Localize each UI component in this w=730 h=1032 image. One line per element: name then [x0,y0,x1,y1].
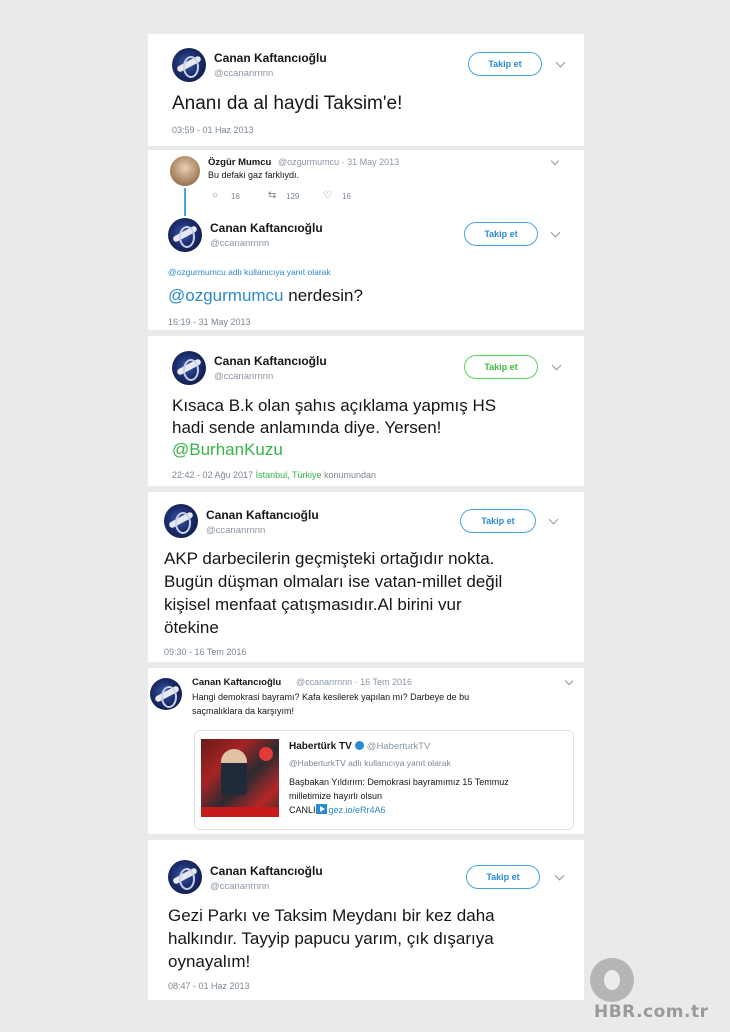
follow-button[interactable]: Takip et [460,509,536,533]
user-handle[interactable]: @ccananrnnn [210,881,269,892]
tweet-text-line-4: ötekine [164,618,219,637]
avatar[interactable] [172,48,206,82]
chevron-down-icon[interactable] [550,156,560,166]
avatar[interactable] [168,860,202,894]
tweet-timestamp[interactable]: 03:59 - 01 Haz 2013 [172,125,254,135]
image-ticker [201,807,279,817]
follow-button[interactable]: Takip et [464,355,538,379]
follow-button[interactable]: Takip et [466,865,540,889]
tweet-text-line-2: saçmalıklara da karşıyım! [192,706,295,716]
tweet-text-body: nerdesin? [283,286,363,305]
tweet-timestamp[interactable]: 08:47 - 01 Haz 2013 [168,981,250,991]
follow-button[interactable]: Takip et [468,52,542,76]
avatar[interactable] [164,504,198,538]
user-name[interactable]: Canan Kaftancıoğlu [214,354,327,368]
reply-icon[interactable]: ○ [212,190,218,201]
mention-link[interactable]: @ozgurmumcu [168,286,284,305]
chevron-down-icon[interactable] [551,360,562,371]
chevron-down-icon[interactable] [550,227,561,238]
quoted-handle[interactable]: @HaberturkTV [367,741,431,752]
user-handle[interactable]: @ccananrnnn [214,371,273,382]
chevron-down-icon[interactable] [564,676,574,686]
parent-tweet-text: Bu defaki gaz farklıydı. [208,170,300,180]
chevron-down-icon[interactable] [554,870,565,881]
tweet-text: @ozgurmumcu nerdesin? [168,286,363,307]
avatar[interactable] [150,678,182,710]
watermark-a-icon [590,958,634,1002]
quoted-name[interactable]: Habertürk TV [289,741,352,752]
tweet-text-line-2: hadi sende anlamında diye. Yersen! [172,418,442,437]
quoted-tweet-image[interactable] [201,739,279,817]
tweet-timestamp[interactable]: 16:19 - 31 May 2013 [168,317,251,327]
tweet-text-line-1: Gezi Parkı ve Taksim Meydanı bir kez dah… [168,906,495,925]
tweet-card-1: Canan Kaftancıoğlu @ccananrnnn Takip et … [148,34,584,146]
tweet-meta: 22:42 - 02 Ağu 2017 İstanbul, Türkiye ko… [172,470,376,480]
parent-user-name[interactable]: Özgür Mumcu [208,157,271,168]
play-icon [315,804,327,814]
user-handle[interactable]: @ccananrnnn [210,238,269,249]
parent-handle-date[interactable]: @ozgurmumcu · 31 May 2013 [278,157,399,167]
tweet-text-line-1: AKP darbecilerin geçmişteki ortağıdır no… [164,549,495,568]
reply-note: @ozgurmumcu adlı kullanıcıya yanıt olara… [168,267,331,277]
avatar-parent[interactable] [170,156,200,186]
quoted-author: Habertürk TV @HaberturkTV [289,739,430,754]
location-link[interactable]: İstanbul, Türkiye [256,470,322,480]
tweet-timestamp[interactable]: 09:30 - 16 Tem 2016 [164,647,246,657]
image-flag [259,747,273,761]
tweet-card-2: Özgür Mumcu @ozgurmumcu · 31 May 2013 Bu… [148,150,584,330]
tweet-text-line-3: kişisel menfaat çatışmasıdır.Al birini v… [164,595,462,614]
quoted-text-line-1: Başbakan Yıldırım: Demokrasi bayramımız … [289,777,509,787]
tweet-timestamp[interactable]: 22:42 - 02 Ağu 2017 [172,470,253,480]
avatar[interactable] [172,351,206,385]
user-name[interactable]: Canan Kaftancıoğlu [206,508,319,522]
tweet-card-6: Canan Kaftancıoğlu @ccananrnnn Takip et … [148,840,584,1000]
thread-line [184,188,186,216]
mention-link[interactable]: @BurhanKuzu [172,440,283,461]
quoted-text-line-2: milletimize hayırlı olsun [289,791,383,801]
quoted-tweet[interactable]: Habertürk TV @HaberturkTV @HaberturkTV ad… [194,730,574,830]
user-name[interactable]: Canan Kaftancıoğlu [192,677,281,688]
tweet-card-5: Canan Kaftancıoğlu @ccananrnnn · 16 Tem … [148,668,584,834]
tweet-card-4: Canan Kaftancıoğlu @ccananrnnn Takip et … [148,492,584,662]
user-name[interactable]: Canan Kaftancıoğlu [210,221,323,235]
reply-count: 16 [231,192,240,201]
user-name[interactable]: Canan Kaftancıoğlu [210,864,323,878]
tweet-text-line-2: Bugün düşman olmaları ise vatan-millet d… [164,572,503,591]
follow-button[interactable]: Takip et [464,222,538,246]
image-person [221,749,247,795]
reply-note-text[interactable]: @ozgurmumcu adlı kullanıcıya yanıt olara… [168,267,331,277]
chevron-down-icon[interactable] [548,514,559,525]
watermark-logo: HBR.com.tr [584,958,730,1022]
live-label: CANLI [289,805,316,815]
user-handle[interactable]: @ccananrnnn [206,525,265,536]
tweet-text-line-2: halkındır. Tayyip papucu yarım, çık dışa… [168,929,494,948]
avatar[interactable] [168,218,202,252]
retweet-icon[interactable]: ⇆ [268,190,276,201]
handle-date[interactable]: @ccananrnnn · 16 Tem 2016 [296,677,412,687]
like-icon[interactable]: ♡ [323,190,332,201]
quoted-url[interactable]: gez.io/eRr4A6 [329,805,386,815]
tweet-text-line-1: Hangi demokrasi bayramı? Kafa kesilerek … [192,692,470,702]
tweet-text: Ananı da al haydi Taksim'e! [172,93,403,114]
tweet-text-line-1: Kısaca B.k olan şahıs açıklama yapmış HS [172,396,497,415]
retweet-count: 129 [286,192,300,201]
user-handle[interactable]: @ccananrnnn [214,68,273,79]
verified-icon [354,741,364,750]
user-name[interactable]: Canan Kaftancıoğlu [214,51,327,65]
tweet-text-line-3: oynayalım! [168,952,251,971]
like-count: 16 [342,192,351,201]
tweet-card-3: Canan Kaftancıoğlu @ccananrnnn Takip et … [148,336,584,486]
quoted-reply-note[interactable]: @HaberturkTV adlı kullanıcıya yanıt olar… [289,758,451,768]
quoted-live-link: CANLI gez.io/eRr4A6 [289,804,386,818]
chevron-down-icon[interactable] [555,57,566,68]
location-suffix: konumundan [321,470,377,480]
watermark-domain: HBR.com.tr [594,1002,709,1022]
